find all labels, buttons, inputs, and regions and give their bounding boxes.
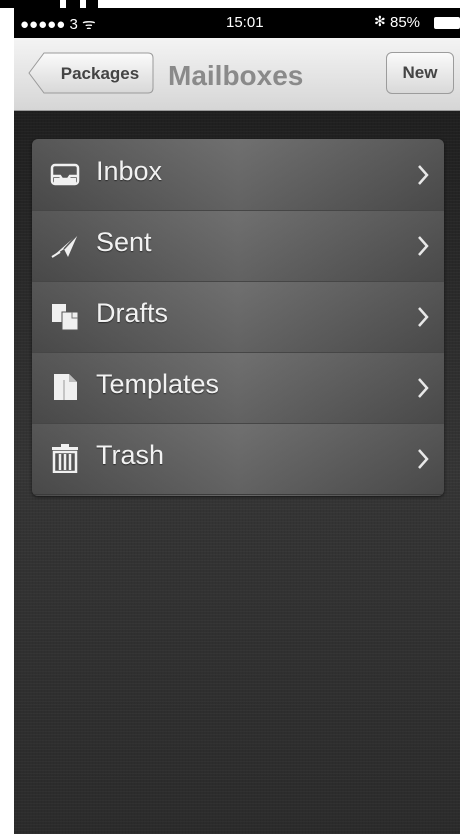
signal-strength: ●●●●● 3 ᯤ (20, 16, 96, 33)
back-button-label: Packages (60, 64, 140, 83)
battery-percentage: 85% (390, 14, 421, 31)
top-edge-decoration (0, 0, 466, 8)
new-button[interactable]: New (386, 52, 454, 94)
content-area: Inbox Sent Drafts Templates Trash (14, 111, 460, 834)
template-document-icon (54, 374, 77, 400)
mailbox-row-templates[interactable]: Templates (32, 352, 444, 424)
back-button[interactable]: Packages (28, 52, 154, 94)
chevron-right-icon (418, 307, 429, 327)
chevron-right-icon (418, 236, 429, 256)
inbox-tray-icon (50, 163, 80, 186)
status-bar: ●●●●● 3 ᯤ 15:01 ✻ 85% (14, 8, 460, 38)
mailbox-label: Sent (96, 227, 152, 257)
bluetooth-icon: ✻ (374, 13, 386, 29)
mailbox-label: Trash (96, 440, 165, 470)
mailbox-row-trash[interactable]: Trash (32, 423, 444, 495)
trash-can-icon (52, 444, 78, 473)
navigation-bar: Packages Mailboxes New (14, 38, 460, 111)
mailbox-row-inbox[interactable]: Inbox (32, 139, 444, 211)
page-title: Mailboxes (168, 60, 304, 91)
mailbox-list: Inbox Sent Drafts Templates Trash (32, 139, 444, 496)
phone-screen: ●●●●● 3 ᯤ 15:01 ✻ 85% Packages Mailboxes… (14, 8, 460, 834)
mailbox-row-drafts[interactable]: Drafts (32, 281, 444, 353)
paper-plane-icon (51, 233, 79, 258)
clock: 15:01 (226, 14, 264, 31)
mailbox-label: Drafts (96, 298, 169, 328)
mailbox-row-sent[interactable]: Sent (32, 210, 444, 282)
mailbox-label: Templates (96, 369, 220, 399)
chevron-right-icon (418, 378, 429, 398)
drafts-documents-icon (52, 304, 79, 331)
battery-icon (434, 17, 460, 29)
mailbox-label: Inbox (96, 156, 163, 186)
chevron-right-icon (418, 165, 429, 185)
chevron-right-icon (418, 449, 429, 469)
